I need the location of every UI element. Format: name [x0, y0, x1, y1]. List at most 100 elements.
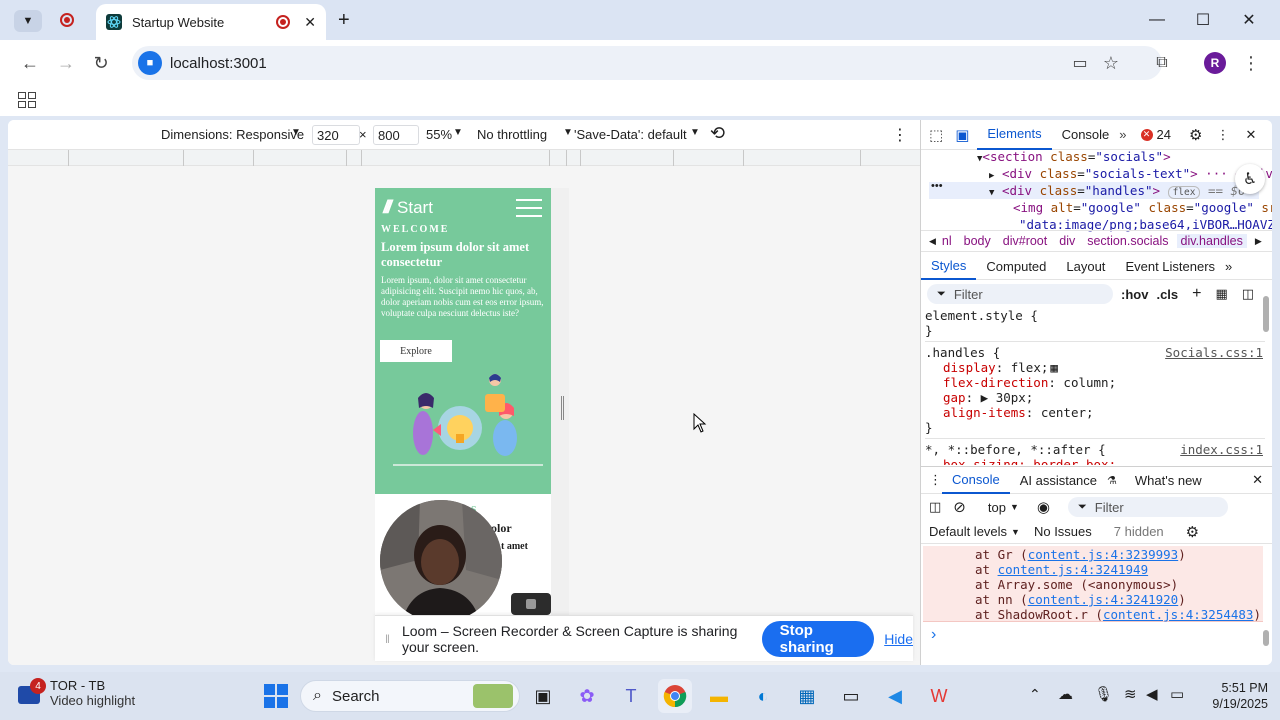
css-declaration[interactable]: gap: ▶ 30px; [925, 390, 1265, 405]
settings-gear-icon[interactable]: ⚙ [1189, 126, 1202, 144]
css-declaration[interactable]: flex-direction: column; [925, 375, 1265, 390]
address-bar[interactable]: ■ localhost:3001 [132, 46, 1162, 80]
brand-logo[interactable]: /// Start [383, 197, 433, 218]
inspect-element-icon[interactable]: ⬚ [929, 126, 943, 144]
drawer-tab-ai-assistance[interactable]: AI assistance [1010, 466, 1107, 494]
css-declaration[interactable]: display: flex; ▦ [925, 360, 1265, 375]
tab-layout[interactable]: Layout [1056, 254, 1115, 280]
dom-node-section[interactable]: ▼<section class="socials"> [929, 148, 1259, 165]
issues-count[interactable]: No Issues [1034, 524, 1092, 539]
console-prompt[interactable]: › [931, 626, 936, 644]
terminal-icon[interactable]: ▭ [834, 679, 868, 713]
bookmark-star-icon[interactable]: ☆ [1099, 51, 1123, 75]
microphone-icon[interactable]: 🎙 [1094, 685, 1113, 703]
tab-computed[interactable]: Computed [976, 254, 1056, 280]
reload-icon[interactable]: ↻ [89, 51, 113, 75]
tab-event-listeners[interactable]: Event Listeners [1115, 254, 1225, 280]
taskbar-search[interactable]: ⌕ Search [300, 680, 520, 712]
drawer-menu-icon[interactable]: ⋮ [929, 472, 942, 488]
element-style-rule[interactable]: element.style { [925, 308, 1265, 323]
dom-ellipsis-icon[interactable]: ••• [931, 180, 943, 192]
breadcrumb-item[interactable]: section.socials [1087, 234, 1168, 248]
breadcrumb-item[interactable]: nl [942, 234, 952, 248]
hide-button[interactable]: Hide [884, 631, 913, 647]
copilot-icon[interactable]: ✿ [570, 679, 604, 713]
dom-node-socials-text[interactable]: ▶ <div class="socials-text"> ··· </div> [929, 165, 1272, 182]
width-input[interactable]: 320 [312, 125, 360, 145]
back-arrow-icon[interactable]: ← [18, 51, 42, 75]
console-scrollbar[interactable] [1263, 550, 1269, 658]
forward-arrow-icon[interactable]: → [54, 51, 78, 75]
device-more-icon[interactable]: ⋮ [892, 125, 908, 145]
universal-rule[interactable]: *, *::before, *::after { index.css:1 [925, 442, 1265, 457]
paint-icon[interactable]: ▦ [1215, 286, 1227, 302]
tab-startup-website[interactable]: Startup Website ✕ [96, 4, 326, 40]
rotate-icon[interactable]: ⟲ [710, 123, 725, 144]
onedrive-icon[interactable]: ☁ [1058, 685, 1073, 703]
drawer-tab-whats-new[interactable]: What's new [1125, 466, 1212, 494]
breadcrumb-item[interactable]: div#root [1003, 234, 1047, 248]
styles-filter-input[interactable]: ⏷ Filter [927, 284, 1113, 304]
edge-icon[interactable]: ◐ [746, 679, 780, 713]
console-sidebar-icon[interactable]: ◫ [929, 499, 941, 515]
index-css-link[interactable]: index.css:1 [1180, 442, 1263, 457]
tab-elements[interactable]: Elements [977, 120, 1052, 150]
maximize-button[interactable]: ☐ [1180, 0, 1226, 40]
breadcrumb-item[interactable]: div [1059, 234, 1075, 248]
handles-rule[interactable]: .handles { Socials.css:1 [925, 345, 1265, 360]
breadcrumb-left-icon[interactable]: ◀ [929, 236, 936, 247]
tab-console[interactable]: Console [1052, 120, 1120, 150]
dimensions-select[interactable]: Dimensions: Responsive [161, 127, 304, 142]
wifi-icon[interactable]: ≋ [1124, 685, 1137, 703]
dom-node-handles[interactable]: ▼ <div class="handles"> flex == $0 [929, 182, 1259, 199]
media-query-ruler[interactable] [8, 150, 920, 166]
device-toggle-icon[interactable]: ▣ [955, 126, 969, 144]
cast-icon[interactable]: ▭ [1068, 51, 1092, 75]
height-input[interactable]: 800 [373, 125, 419, 145]
tab-search-button[interactable]: ▼ [14, 10, 42, 32]
clear-console-icon[interactable]: ⊘ [953, 498, 966, 516]
task-view-icon[interactable]: ▣ [526, 679, 560, 713]
hov-toggle[interactable]: :hov [1121, 287, 1148, 302]
explore-button[interactable]: Explore [380, 340, 452, 362]
windows-start-icon[interactable] [264, 684, 288, 708]
socials-css-link[interactable]: Socials.css:1 [1165, 345, 1263, 360]
apps-grid-icon[interactable] [18, 92, 36, 108]
drawer-tab-console[interactable]: Console [942, 466, 1010, 494]
flex-badge[interactable]: flex [1167, 186, 1201, 199]
close-tab-icon[interactable]: ✕ [304, 14, 316, 31]
breadcrumb-item-active[interactable]: div.handles [1176, 234, 1247, 248]
sidebar-toggle-icon[interactable]: ◫ [1242, 286, 1254, 302]
add-rule-icon[interactable]: + [1192, 285, 1201, 303]
throttling-select[interactable]: No throttling [477, 127, 547, 142]
clock[interactable]: 5:51 PM 9/19/2025 [1196, 680, 1268, 712]
accessibility-icon[interactable]: ♿ [1235, 164, 1265, 194]
file-explorer-icon[interactable]: ▬ [702, 679, 736, 713]
webcam-bubble[interactable] [380, 500, 502, 622]
console-filter-input[interactable]: ⏷ Filter [1067, 497, 1228, 517]
tray-chevron-icon[interactable]: ⌃ [1029, 686, 1041, 703]
resize-handle[interactable] [561, 396, 564, 420]
extensions-icon[interactable]: ⧉ [1150, 51, 1174, 75]
live-expression-eye-icon[interactable]: ◉ [1037, 498, 1050, 516]
flex-editor-icon[interactable]: ▦ [1050, 360, 1058, 375]
menu-kebab-icon[interactable]: ⋮ [1239, 51, 1263, 75]
minimize-button[interactable]: — [1134, 0, 1180, 40]
volume-icon[interactable]: ◀ [1146, 685, 1158, 703]
loom-control-button[interactable] [511, 593, 551, 615]
drag-handle-icon[interactable]: ‖ [385, 632, 390, 646]
devtools-more-icon[interactable]: ⋮ [1216, 127, 1229, 143]
tab-styles[interactable]: Styles [921, 254, 977, 280]
camera-icon[interactable]: ■ [138, 51, 162, 75]
store-icon[interactable]: ▦ [790, 679, 824, 713]
close-drawer-icon[interactable]: ✕ [1252, 472, 1263, 488]
close-devtools-icon[interactable]: ✕ [1245, 127, 1256, 143]
context-select[interactable]: top [988, 500, 1006, 515]
recording-tab-icon[interactable] [60, 13, 74, 27]
more-tabs-icon[interactable]: » [1119, 127, 1126, 142]
close-window-button[interactable]: ✕ [1226, 0, 1272, 40]
new-tab-icon[interactable]: + [338, 9, 350, 32]
css-declaration[interactable]: align-items: center; [925, 405, 1265, 420]
teams-icon[interactable]: T [614, 679, 648, 713]
cls-toggle[interactable]: .cls [1156, 287, 1178, 302]
